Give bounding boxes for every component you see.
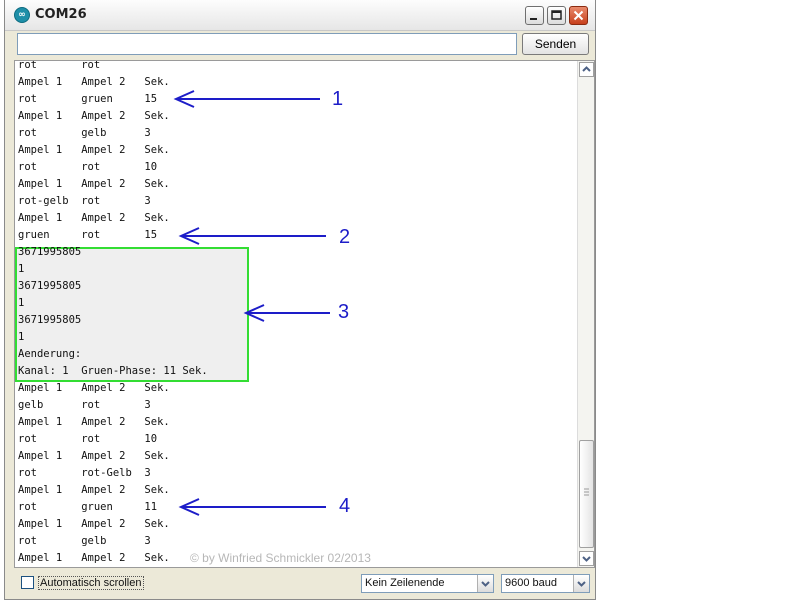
annotation-arrow-2 [178, 227, 326, 245]
annotation-arrow-3 [243, 304, 330, 322]
annotation-overlay [173, 90, 330, 516]
annotation-label-2: 2 [339, 226, 351, 248]
annotation-arrow-4 [178, 498, 326, 516]
annotation-label-1: 1 [332, 88, 344, 110]
annotation-label-4: 4 [339, 495, 351, 517]
annotation-label-3: 3 [338, 301, 350, 323]
annotation-arrow-1 [173, 90, 320, 108]
